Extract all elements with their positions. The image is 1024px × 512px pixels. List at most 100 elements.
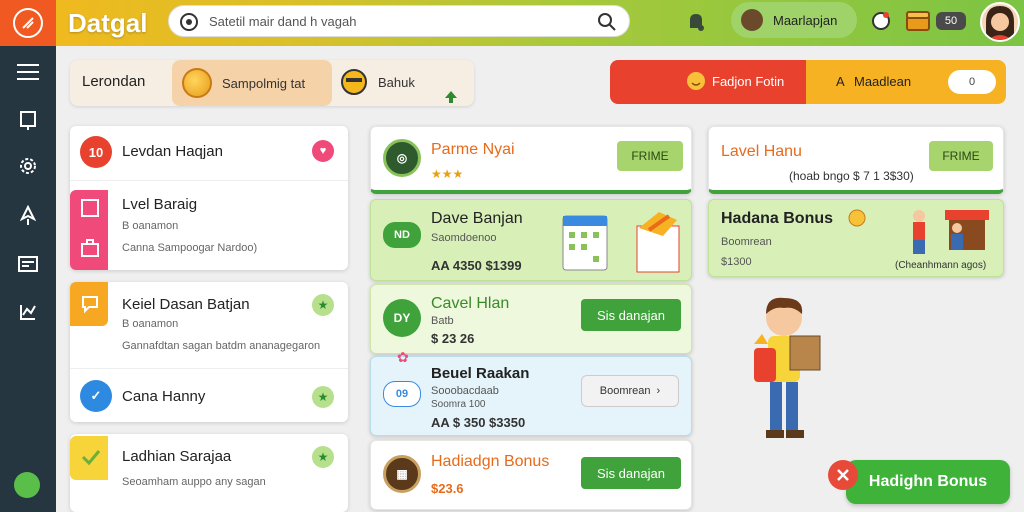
settings-icon[interactable] xyxy=(870,10,892,37)
notification-icon[interactable] xyxy=(684,10,708,39)
card-sub: $1300 xyxy=(721,256,752,268)
card-sub: Saomdoenoo xyxy=(431,232,497,244)
coin-count-badge: 50 xyxy=(936,12,966,30)
banner-toggle[interactable]: 0 xyxy=(948,70,996,94)
rocket-icon[interactable] xyxy=(14,202,42,230)
card-sub: Boomrean xyxy=(721,236,772,248)
mode-label: Maarlapjan xyxy=(773,12,838,28)
calendar-icon xyxy=(561,208,609,277)
reward-badge: 09 xyxy=(383,381,421,407)
reward-card-1[interactable]: ◎ Parme Nyai ★★★ FRIME xyxy=(370,126,692,194)
bonus-button[interactable]: Hadighn Bonus xyxy=(846,460,1010,504)
menu-icon[interactable] xyxy=(14,58,42,86)
claim-button[interactable]: Sis danajan xyxy=(581,299,681,331)
character-illustration xyxy=(748,296,828,447)
prime-button[interactable]: FRIME xyxy=(929,141,993,171)
list-card-2: Keiel Dasan Batjan ★ B oanamon Gannafdta… xyxy=(70,282,348,422)
logo-icon xyxy=(13,8,43,38)
tab-label: Sampolmig tat xyxy=(222,75,306,91)
reward-badge: ND xyxy=(383,222,421,248)
arrow-a-icon: A xyxy=(836,74,845,89)
arrow-up-icon[interactable] xyxy=(444,90,458,109)
search-bar[interactable]: Satetil mair dand h vagah xyxy=(168,5,630,37)
card-title: Dave Banjan xyxy=(431,210,523,227)
card-value: AA $ 350 $3350 xyxy=(431,415,526,430)
card-value: AA 4350 $1399 xyxy=(431,258,522,273)
list-item-title[interactable]: Levdan Haqjan xyxy=(122,143,223,160)
card-sub: Sooobacdaab xyxy=(431,385,499,397)
right-card-1[interactable]: Lavel Hanu (hoab bngo $ 7 1 3$30) FRIME xyxy=(708,126,1004,194)
list-item-title[interactable]: Cana Hanny xyxy=(122,388,205,405)
chart-icon[interactable] xyxy=(14,298,42,326)
badge-icon: ▦ xyxy=(383,455,421,493)
check-icon: ✓ xyxy=(80,380,112,412)
message-icon xyxy=(80,294,100,319)
box-icon xyxy=(80,198,100,223)
reward-badge: DY xyxy=(383,299,421,337)
user-avatar[interactable] xyxy=(980,2,1020,42)
reward-card-2[interactable]: ND Dave Banjan Saomdoenoo AA 4350 $1399 xyxy=(370,199,692,281)
star-icon[interactable]: ★ xyxy=(312,294,334,316)
target-icon: ◎ xyxy=(383,139,421,177)
document-icon[interactable] xyxy=(14,106,42,134)
list-item-title[interactable]: Lvel Baraig xyxy=(122,196,197,213)
card-title: Hadiadgn Bonus xyxy=(431,453,550,470)
banner-right-label: Maadlean xyxy=(854,74,912,89)
star-rating: ★★★ xyxy=(431,167,464,181)
smile-icon xyxy=(686,71,706,96)
bow-icon: ✿ xyxy=(397,349,409,365)
coin-icon xyxy=(847,208,867,233)
star-icon[interactable]: ★ xyxy=(312,446,334,468)
sidebar xyxy=(0,46,56,512)
market-stall-icon xyxy=(905,206,995,263)
card-title: Lavel Hanu xyxy=(721,143,802,160)
reward-dropdown[interactable]: Boomrean › xyxy=(581,375,679,407)
star-icon[interactable]: ★ xyxy=(312,386,334,408)
level-badge-icon: 10 xyxy=(80,136,112,168)
mode-selector[interactable]: Maarlapjan xyxy=(731,2,857,38)
banner-left-label: Fadjon Fotin xyxy=(712,74,785,89)
promo-banner[interactable]: Fadjon Fotin A Maadlean 0 xyxy=(610,60,1006,104)
list-item-sub: Canna Sampoogar Nardoo) xyxy=(122,242,258,254)
prime-button[interactable]: FRIME xyxy=(617,141,683,171)
search-input[interactable]: Satetil mair dand h vagah xyxy=(209,14,356,29)
right-card-2[interactable]: Hadana Bonus Boomrean $1300 (Cheanhmann … xyxy=(708,199,1004,277)
briefcase-icon xyxy=(80,238,100,263)
dashboard-icon[interactable] xyxy=(14,250,42,278)
heart-icon[interactable]: ♥ xyxy=(312,140,334,162)
list-item-title[interactable]: Ladhian Sarajaa xyxy=(122,448,231,465)
list-card-3: Ladhian Sarajaa ★ Seoamham auppo any sag… xyxy=(70,434,348,512)
search-icon xyxy=(179,12,199,37)
tab-bahuk[interactable]: Bahuk xyxy=(340,68,415,96)
gear-icon[interactable] xyxy=(14,152,42,180)
card-value: $ 23 26 xyxy=(431,331,475,346)
card-title: Cavel Hlan xyxy=(431,295,510,312)
magnifier-icon[interactable] xyxy=(597,12,617,37)
card-title: Parme Nyai xyxy=(431,141,515,158)
card-sub: Soomra 100 xyxy=(431,399,486,410)
list-card-1: 10 Levdan Haqjan ♥ Lvel Baraig B oanamon… xyxy=(70,126,348,270)
treasure-chest-icon[interactable] xyxy=(904,6,932,39)
card-sub: Batb xyxy=(431,315,454,327)
claim-button[interactable]: Sis danajan xyxy=(581,457,681,489)
list-item-title[interactable]: Keiel Dasan Batjan xyxy=(122,296,250,313)
app-title: Datgal xyxy=(68,8,148,38)
list-item-sub: Seoamham auppo any sagan xyxy=(122,476,266,488)
reward-card-3[interactable]: DY Cavel Hlan Batb $ 23 26 Sis danajan xyxy=(370,284,692,354)
dropdown-value: Boomrean xyxy=(599,385,651,397)
tab-bar: Lerondan Sampolmig tat Bahuk xyxy=(70,60,474,106)
reward-card-5[interactable]: ▦ Hadiadgn Bonus $23.6 Sis danajan xyxy=(370,440,692,510)
list-item-sub: B oanamon xyxy=(122,318,179,330)
tab-sampolmig[interactable]: Sampolmig tat xyxy=(172,60,332,106)
tab-lerondan[interactable]: Lerondan xyxy=(82,73,145,90)
reward-card-4[interactable]: ✿ 09 Beuel Raakan Sooobacdaab Soomra 100… xyxy=(370,349,692,436)
app-logo[interactable] xyxy=(0,0,56,46)
checkmark-icon xyxy=(80,446,102,473)
gift-box-icon xyxy=(633,208,683,279)
help-icon[interactable] xyxy=(14,472,40,498)
bonus-cancel-icon[interactable] xyxy=(828,460,858,490)
tab-label: Bahuk xyxy=(378,74,415,90)
character-icon xyxy=(741,9,763,31)
face-icon xyxy=(341,69,367,95)
card-value: $23.6 xyxy=(431,481,464,496)
